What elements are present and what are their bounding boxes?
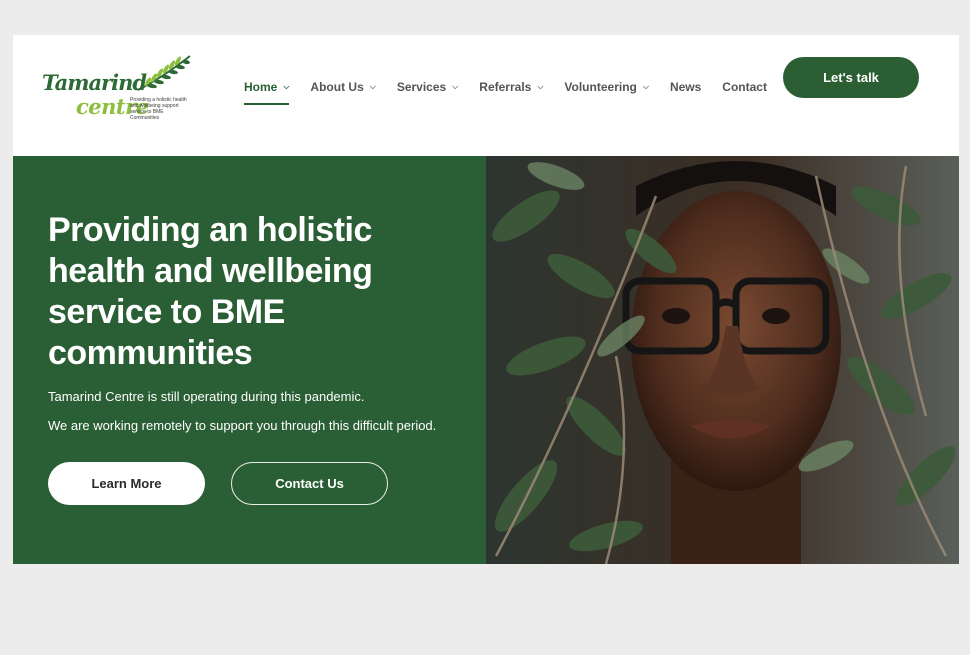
chevron-down-icon: ⌵ <box>452 82 459 91</box>
chevron-down-icon: ⌵ <box>283 82 290 91</box>
nav-item-services[interactable]: Services ⌵ <box>397 75 458 99</box>
page: Tamarind centre Providing a holistic hea… <box>13 35 959 564</box>
hero-photo-man-glasses-foliage <box>486 156 959 564</box>
logo-word-tamarind: Tamarind <box>42 70 147 95</box>
nav-item-label: News <box>669 80 702 94</box>
nav-item-contact[interactable]: Contact <box>722 75 767 99</box>
chevron-down-icon: ⌵ <box>369 82 376 91</box>
contact-us-button[interactable]: Contact Us <box>231 462 388 505</box>
nav-item-label: Services <box>396 80 447 94</box>
nav-item-label: About Us <box>310 80 364 94</box>
hero-panel: Providing an holistic health and wellbei… <box>13 156 486 564</box>
nav-item-volunteering[interactable]: Volunteering ⌵ <box>564 75 649 99</box>
hero-image <box>486 156 959 564</box>
learn-more-button[interactable]: Learn More <box>48 462 205 505</box>
hero-title: Providing an holistic health and wellbei… <box>48 211 373 372</box>
chevron-down-icon: ⌵ <box>537 82 544 91</box>
site-header: Tamarind centre Providing a holistic hea… <box>13 35 959 156</box>
nav-item-referrals[interactable]: Referrals ⌵ <box>479 75 543 99</box>
nav-item-about-us[interactable]: About Us ⌵ <box>310 75 375 99</box>
nav-item-news[interactable]: News <box>670 75 701 99</box>
nav-item-label: Contact <box>722 80 767 94</box>
hero-support-text: We are working remotely to support you t… <box>48 418 437 433</box>
main-nav: Home ⌵ About Us ⌵ Services ⌵ Referrals ⌵… <box>244 75 788 105</box>
nav-item-label: Volunteering <box>564 80 637 94</box>
tamarind-centre-logo[interactable]: Tamarind centre Providing a holistic hea… <box>38 50 193 128</box>
lets-talk-button[interactable]: Let's talk <box>783 57 919 98</box>
nav-item-label: Referrals <box>479 80 532 94</box>
nav-item-home[interactable]: Home ⌵ <box>244 75 290 105</box>
chevron-down-icon: ⌵ <box>642 82 649 91</box>
logo-tagline: Providing a holistic health and wellbein… <box>130 97 187 121</box>
hero-status-text: Tamarind Centre is still operating durin… <box>48 389 365 404</box>
nav-item-label: Home <box>244 80 278 94</box>
